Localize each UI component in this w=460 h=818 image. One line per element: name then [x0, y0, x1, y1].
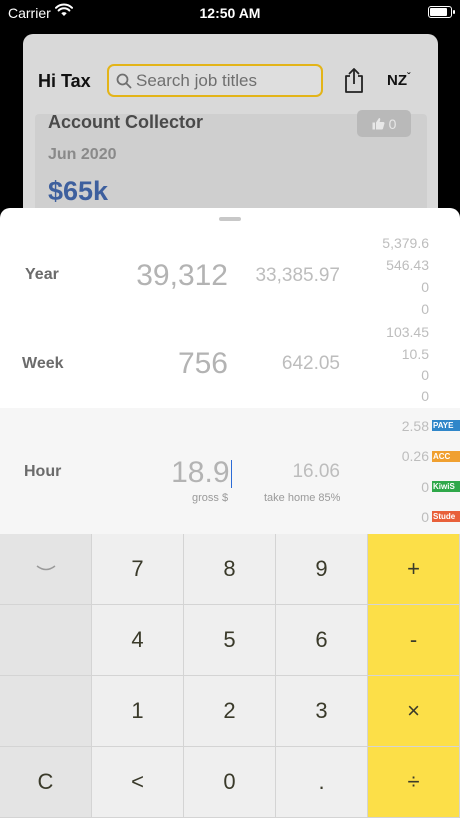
week-acc: 10.5: [401, 346, 429, 362]
hour-student-loan: 0: [421, 509, 429, 525]
like-button[interactable]: 0: [357, 110, 411, 137]
background-screen: Hi Tax NZˇ Account Collector Jun 2020 $6…: [23, 34, 438, 234]
job-date: Jun 2020: [48, 146, 117, 163]
year-student-loan: 0: [421, 301, 429, 317]
row-label-week: Week: [22, 355, 64, 372]
hour-gross-value: 18.9: [171, 456, 230, 489]
job-title: Account Collector: [48, 112, 204, 132]
week-net: 642.05: [281, 353, 340, 374]
thumbs-up-icon: [372, 118, 385, 130]
hour-net: 16.06: [292, 461, 340, 482]
key-clear[interactable]: C: [0, 747, 92, 818]
key-2[interactable]: 2: [184, 676, 276, 747]
key-8[interactable]: 8: [184, 534, 276, 605]
hour-kiwisaver: 0: [421, 479, 429, 495]
tag-paye: PAYE: [432, 420, 460, 431]
clock: 12:50 AM: [199, 5, 261, 21]
tag-acc: ACC: [432, 451, 460, 462]
key-3[interactable]: 3: [276, 676, 368, 747]
key-5[interactable]: 5: [184, 605, 276, 676]
key-6[interactable]: 6: [276, 605, 368, 676]
key-minus[interactable]: -: [368, 605, 460, 676]
collapse-keypad-button[interactable]: [0, 534, 92, 605]
blank-key: [0, 676, 92, 747]
keypad: 7 8 9 + 4 5 6 - 1 2 3 × C < 0 . ÷: [0, 534, 460, 818]
sheet-grabber[interactable]: [219, 217, 241, 221]
key-multiply[interactable]: ×: [368, 676, 460, 747]
net-caption: take home 85%: [264, 492, 341, 504]
year-kiwisaver: 0: [421, 279, 429, 295]
year-acc: 546.43: [386, 257, 429, 273]
tag-student-loan: Stude: [432, 511, 460, 522]
job-salary: $65k: [48, 176, 109, 206]
key-4[interactable]: 4: [92, 605, 184, 676]
key-decimal[interactable]: .: [276, 747, 368, 818]
text-cursor: [230, 460, 232, 489]
key-1[interactable]: 1: [92, 676, 184, 747]
key-backspace[interactable]: <: [92, 747, 184, 818]
row-label-hour: Hour: [24, 463, 62, 480]
chevron-down-icon: [36, 565, 55, 571]
region-label: NZ: [387, 72, 407, 89]
search-icon: [116, 73, 132, 89]
key-9[interactable]: 9: [276, 534, 368, 605]
row-label-year: Year: [25, 266, 59, 283]
year-paye: 5,379.6: [382, 235, 429, 251]
key-divide[interactable]: ÷: [368, 747, 460, 818]
region-selector[interactable]: NZˇ: [387, 72, 410, 89]
hour-acc: 0.26: [401, 448, 429, 464]
share-icon[interactable]: [343, 67, 365, 94]
search-bar[interactable]: [107, 64, 323, 97]
year-net: 33,385.97: [255, 265, 340, 286]
tag-kiwisaver: KiwiS: [432, 481, 460, 492]
key-7[interactable]: 7: [92, 534, 184, 605]
battery-icon: [428, 6, 455, 18]
blank-key: [0, 605, 92, 676]
week-student-loan: 0: [421, 388, 429, 404]
year-gross[interactable]: 39,312: [110, 259, 228, 293]
hour-paye: 2.58: [401, 418, 429, 434]
gross-caption: gross $: [192, 492, 229, 504]
hour-gross-input[interactable]: 18.9: [110, 456, 232, 490]
status-bar: Carrier 12:50 AM: [0, 0, 460, 26]
search-input[interactable]: [136, 70, 316, 92]
key-0[interactable]: 0: [184, 747, 276, 818]
week-paye: 103.45: [386, 324, 429, 340]
app-title: Hi Tax: [38, 71, 91, 91]
like-count: 0: [388, 115, 397, 132]
week-gross[interactable]: 756: [110, 347, 228, 381]
chevron-down-icon: ˇ: [407, 72, 411, 83]
week-kiwisaver: 0: [421, 367, 429, 383]
key-plus[interactable]: +: [368, 534, 460, 605]
